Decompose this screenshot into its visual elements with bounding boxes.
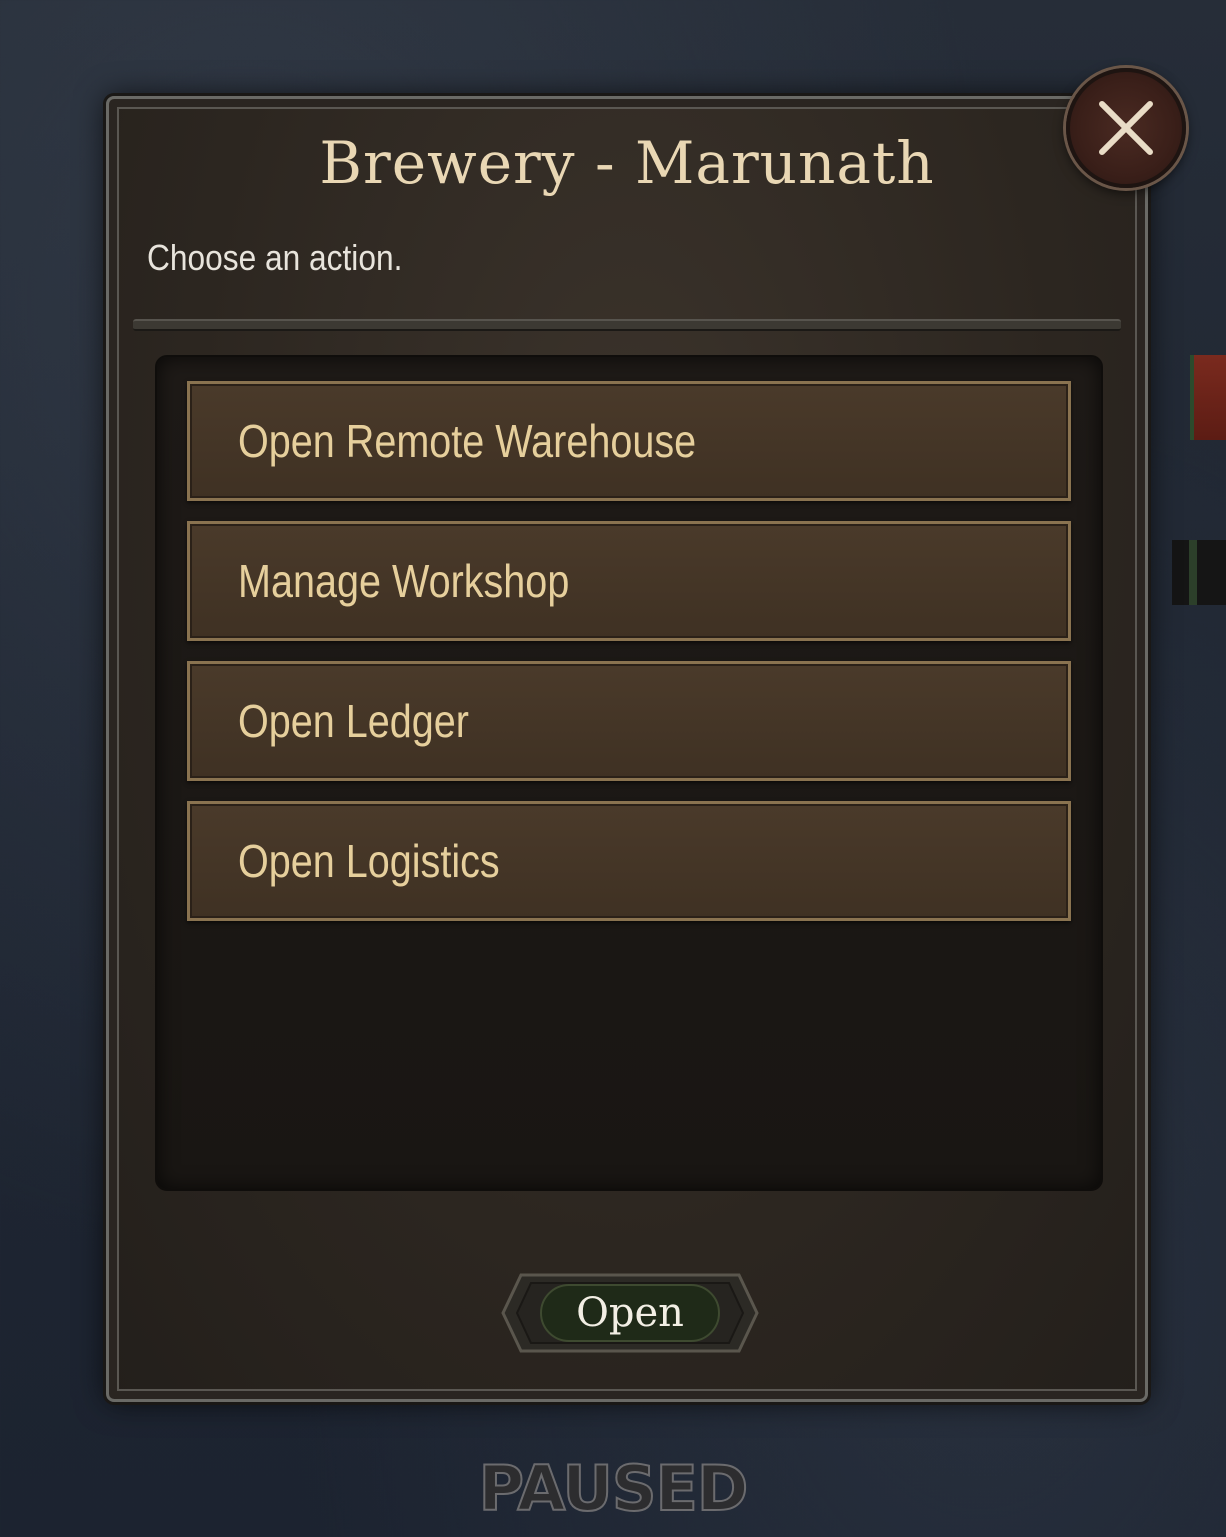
workshop-action-dialog: Brewery - Marunath Choose an action. Ope… <box>106 96 1148 1402</box>
close-button[interactable] <box>1066 68 1186 188</box>
action-list: Open Remote Warehouse Manage Workshop Op… <box>187 381 1071 941</box>
action-open-logistics[interactable]: Open Logistics <box>187 801 1071 921</box>
action-label: Open Ledger <box>238 695 469 747</box>
dialog-title: Brewery - Marunath <box>319 129 935 197</box>
divider <box>133 319 1121 331</box>
close-x-icon <box>1099 101 1153 155</box>
actions-panel: Open Remote Warehouse Manage Workshop Op… <box>155 355 1103 1191</box>
action-open-remote-warehouse[interactable]: Open Remote Warehouse <box>187 381 1071 501</box>
paused-label: PAUSED <box>478 1451 750 1526</box>
action-label: Manage Workshop <box>238 555 570 607</box>
action-open-ledger[interactable]: Open Ledger <box>187 661 1071 781</box>
map-banner-red <box>1190 355 1226 440</box>
dialog-subtitle: Choose an action. <box>147 237 403 278</box>
action-label: Open Remote Warehouse <box>238 415 697 467</box>
open-button-label: Open <box>576 1290 684 1336</box>
action-manage-workshop[interactable]: Manage Workshop <box>187 521 1071 641</box>
action-label: Open Logistics <box>238 835 500 887</box>
map-banner-dark <box>1172 540 1226 605</box>
open-button[interactable]: Open <box>499 1271 761 1355</box>
